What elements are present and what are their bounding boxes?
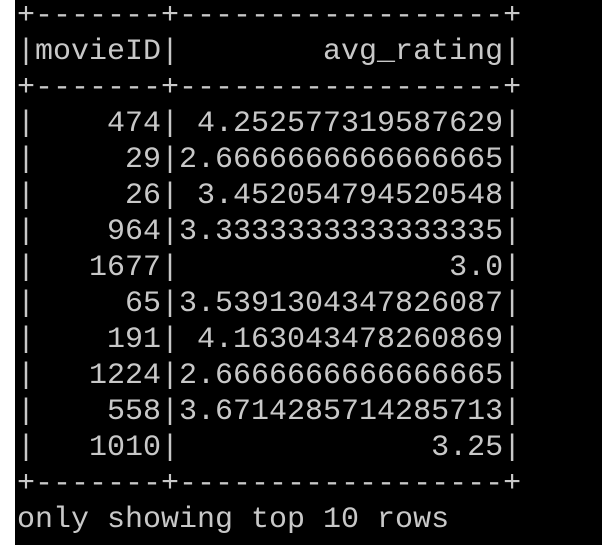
table-row: | 1224|2.6666666666666665|	[17, 359, 522, 393]
terminal-window[interactable]: +-------+------------------+ |movieID| av…	[15, 0, 602, 545]
table-row: | 558|3.6714285714285713|	[17, 395, 522, 429]
footer-message: only showing top 10 rows	[17, 503, 450, 537]
table-row: | 964|3.3333333333333335|	[17, 215, 522, 249]
table-row: | 1677| 3.0|	[17, 251, 522, 285]
table-row: | 65|3.5391304347826087|	[17, 287, 522, 321]
table-row: | 26| 3.452054794520548|	[17, 179, 522, 213]
table-row: | 474| 4.252577319587629|	[17, 107, 522, 141]
table-border-mid: +-------+------------------+	[17, 71, 522, 105]
table-border-bottom: +-------+------------------+	[17, 467, 522, 501]
table-border-top: +-------+------------------+	[17, 0, 522, 33]
table-row: | 29|2.6666666666666665|	[17, 143, 522, 177]
terminal-output: +-------+------------------+ |movieID| av…	[17, 0, 521, 538]
table-row: | 191| 4.163043478260869|	[17, 323, 522, 357]
table-header: |movieID| avg_rating|	[17, 35, 522, 69]
table-row: | 1010| 3.25|	[17, 431, 522, 465]
